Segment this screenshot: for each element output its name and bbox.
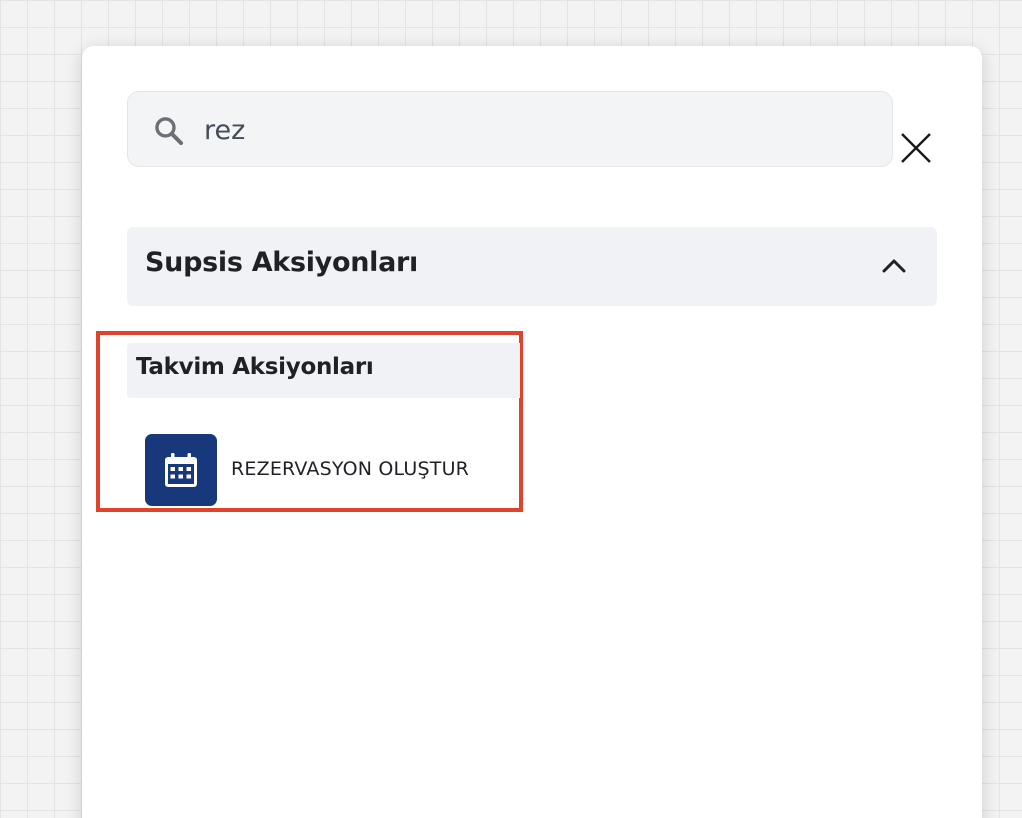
calendar-icon — [165, 453, 197, 487]
action-icon-tile — [145, 434, 217, 506]
action-search-panel: Supsis Aksiyonları Takvim Aksiyonları RE… — [82, 46, 982, 818]
search-icon — [155, 117, 184, 146]
close-icon — [901, 133, 931, 163]
action-label: REZERVASYON OLUŞTUR — [231, 458, 470, 480]
chevron-up-icon[interactable] — [881, 255, 907, 275]
subgroup-title: Takvim Aksiyonları — [136, 354, 374, 380]
close-button[interactable] — [896, 126, 936, 170]
search-input[interactable] — [204, 110, 864, 150]
subgroup-header-calendar-actions: Takvim Aksiyonları — [127, 343, 520, 398]
search-box[interactable] — [127, 91, 893, 167]
section-title: Supsis Aksiyonları — [145, 247, 418, 278]
action-item-create-reservation[interactable]: REZERVASYON OLUŞTUR — [145, 434, 515, 506]
section-header-supsis-actions[interactable]: Supsis Aksiyonları — [127, 227, 937, 306]
